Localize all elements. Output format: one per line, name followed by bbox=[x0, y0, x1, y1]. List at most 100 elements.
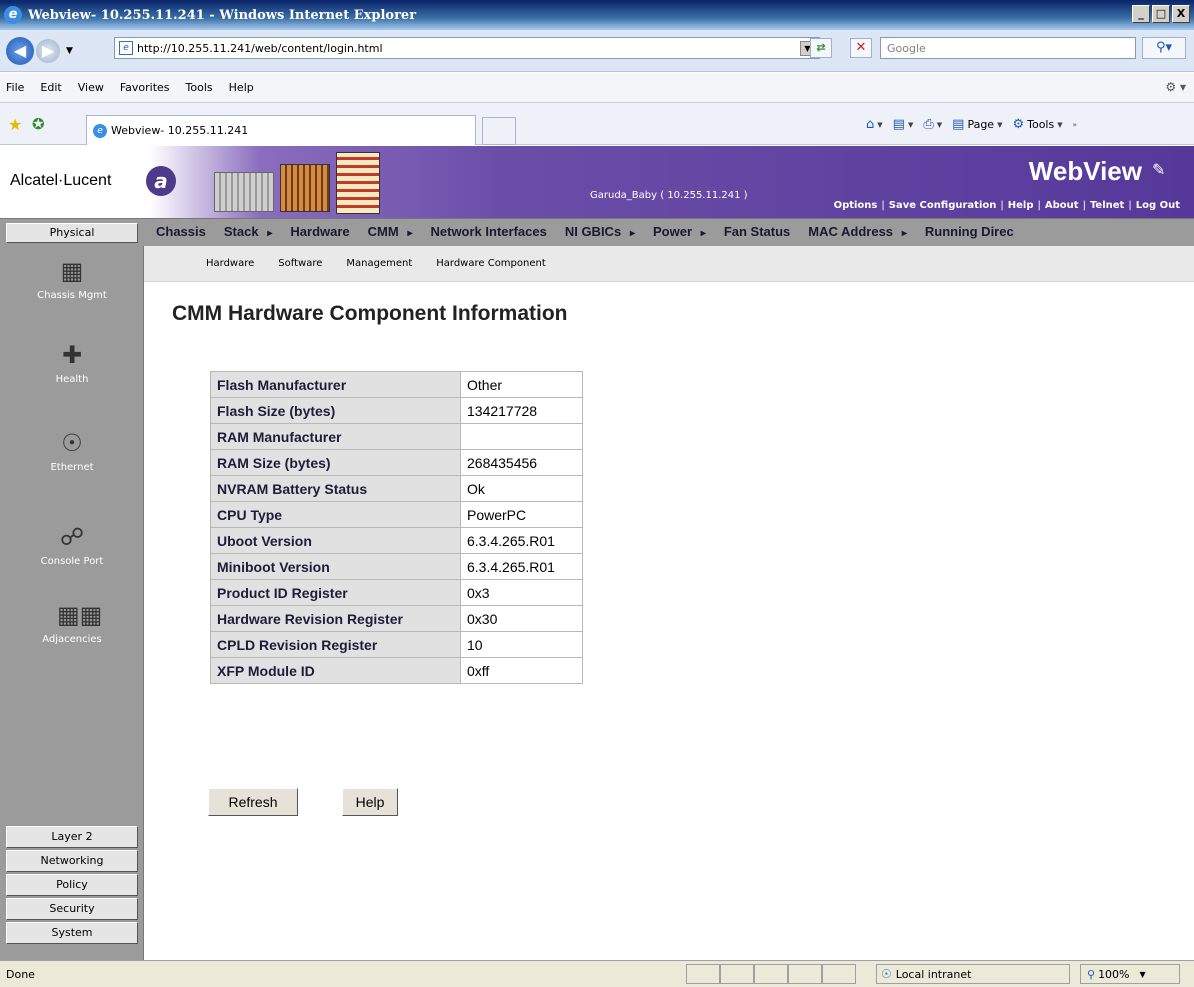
status-panel bbox=[822, 964, 856, 984]
webview-header: Alcatel·Lucent a Garuda_Baby ( 10.255.11… bbox=[0, 146, 1194, 218]
minimize-button[interactable]: _ bbox=[1132, 5, 1150, 23]
url-input[interactable]: e http://10.255.11.241/web/content/login… bbox=[114, 37, 820, 59]
page-title: CMM Hardware Component Information bbox=[172, 302, 568, 325]
nav-network-interfaces[interactable]: Network Interfaces bbox=[431, 224, 547, 239]
menu-view[interactable]: View bbox=[78, 81, 104, 94]
new-tab-button[interactable] bbox=[482, 117, 516, 145]
history-dropdown[interactable]: ▼ bbox=[66, 46, 73, 56]
row-label: RAM Size (bytes) bbox=[210, 449, 461, 476]
row-label: Miniboot Version bbox=[210, 553, 461, 580]
browser-tab[interactable]: e Webview- 10.255.11.241 bbox=[86, 115, 476, 145]
row-label: Flash Manufacturer bbox=[210, 371, 461, 398]
page-menu-icon: ▤ bbox=[952, 117, 965, 132]
sidebar-item-adjacencies[interactable]: ▦▦ Adjacencies bbox=[0, 600, 144, 645]
sidebar-category-networking[interactable]: Networking bbox=[6, 850, 138, 872]
menu-file[interactable]: File bbox=[6, 81, 24, 94]
sidebar-item-label: Ethernet bbox=[50, 462, 94, 473]
submenu-hardware[interactable]: Hardware bbox=[206, 258, 254, 269]
home-icon: ⌂ bbox=[866, 117, 875, 132]
row-label: Product ID Register bbox=[210, 579, 461, 606]
logout-link[interactable]: Log Out bbox=[1136, 200, 1180, 211]
search-icon[interactable]: ⚲▾ bbox=[1142, 37, 1186, 59]
sidebar-category-system[interactable]: System bbox=[6, 922, 138, 944]
tools-menu-button[interactable]: ⚙ Tools ▼ bbox=[1012, 117, 1062, 132]
row-value: 6.3.4.265.R01 bbox=[460, 553, 583, 580]
app-title: WebView bbox=[1028, 156, 1142, 186]
sidebar-item-health[interactable]: ✚ Health bbox=[0, 340, 144, 385]
table-row: CPLD Revision Register 10 bbox=[210, 631, 583, 658]
switch-module-image bbox=[280, 164, 330, 212]
stop-button[interactable]: ✕ bbox=[850, 38, 872, 58]
sidebar-item-ethernet[interactable]: ☉ Ethernet bbox=[0, 428, 144, 473]
nav-mac-address[interactable]: MAC Address bbox=[808, 224, 907, 239]
table-row: Hardware Revision Register 0x30 bbox=[210, 605, 583, 632]
close-button[interactable]: X bbox=[1172, 5, 1190, 23]
maximize-button[interactable]: □ bbox=[1152, 5, 1170, 23]
more-chevron[interactable]: » bbox=[1073, 121, 1077, 129]
zoom-dropdown-icon[interactable]: ▼ bbox=[1140, 970, 1146, 979]
url-text: http://10.255.11.241/web/content/login.h… bbox=[137, 41, 383, 55]
sidebar-category-security[interactable]: Security bbox=[6, 898, 138, 920]
status-bar: Done ☉ Local intranet ⚲ 100% ▼ bbox=[0, 960, 1194, 987]
forward-button[interactable]: ▶ bbox=[36, 38, 60, 63]
zoom-level: 100% bbox=[1098, 967, 1130, 981]
nav-running-directory[interactable]: Running Direc bbox=[925, 224, 1014, 239]
sidebar-item-label: Console Port bbox=[40, 556, 104, 567]
window-title-bar: e Webview- 10.255.11.241 - Windows Inter… bbox=[0, 0, 1194, 30]
row-value: 0xff bbox=[460, 657, 583, 684]
search-input[interactable]: Google bbox=[880, 37, 1136, 59]
submenu-software[interactable]: Software bbox=[278, 258, 322, 269]
about-link[interactable]: About bbox=[1045, 200, 1079, 211]
favorites-star-icon[interactable]: ★ bbox=[8, 115, 22, 134]
menu-favorites[interactable]: Favorites bbox=[120, 81, 170, 94]
zone-label: Local intranet bbox=[895, 967, 972, 981]
nav-fan-status[interactable]: Fan Status bbox=[724, 224, 790, 239]
menu-edit[interactable]: Edit bbox=[40, 81, 61, 94]
nav-hardware[interactable]: Hardware bbox=[290, 224, 349, 239]
physical-category-button[interactable]: Physical bbox=[6, 223, 138, 243]
nav-chassis[interactable]: Chassis bbox=[156, 224, 206, 239]
sidebar-item-label: Adjacencies bbox=[42, 634, 102, 645]
translate-icon[interactable]: ⚙ ▾ bbox=[1165, 80, 1186, 94]
menu-tools[interactable]: Tools bbox=[186, 81, 213, 94]
row-value: 268435456 bbox=[460, 449, 583, 476]
submenu-management[interactable]: Management bbox=[346, 258, 412, 269]
sidebar-category-policy[interactable]: Policy bbox=[6, 874, 138, 896]
host-label: Garuda_Baby ( 10.255.11.241 ) bbox=[590, 190, 748, 201]
home-button[interactable]: ⌂ ▼ bbox=[866, 117, 883, 132]
security-zone[interactable]: ☉ Local intranet bbox=[876, 964, 1070, 984]
refresh-button[interactable]: Refresh bbox=[208, 788, 298, 816]
back-button[interactable]: ◀ bbox=[6, 36, 34, 65]
feeds-button[interactable]: ▤ ▼ bbox=[893, 117, 914, 132]
table-row: RAM Size (bytes) 268435456 bbox=[210, 449, 583, 476]
status-text: Done bbox=[6, 968, 35, 981]
telnet-link[interactable]: Telnet bbox=[1090, 200, 1124, 211]
nav-stack[interactable]: Stack bbox=[224, 224, 273, 239]
submenu-hardware-component[interactable]: Hardware Component bbox=[436, 258, 546, 269]
row-label: CPU Type bbox=[210, 501, 461, 528]
row-value: PowerPC bbox=[460, 501, 583, 528]
menu-help[interactable]: Help bbox=[229, 81, 254, 94]
refresh-page-button[interactable]: ⇄ bbox=[810, 38, 832, 58]
help-link[interactable]: Help bbox=[1008, 200, 1034, 211]
save-configuration-link[interactable]: Save Configuration bbox=[889, 200, 997, 211]
print-button[interactable]: ⎙ ▼ bbox=[923, 117, 942, 132]
zoom-control[interactable]: ⚲ 100% ▼ bbox=[1080, 964, 1180, 984]
row-label: Flash Size (bytes) bbox=[210, 397, 461, 424]
nav-power[interactable]: Power bbox=[653, 224, 706, 239]
options-link[interactable]: Options bbox=[834, 200, 878, 211]
sidebar-category-layer2[interactable]: Layer 2 bbox=[6, 826, 138, 848]
add-favorite-icon[interactable]: ✪ bbox=[32, 115, 45, 133]
help-button[interactable]: Help bbox=[342, 788, 398, 816]
page-menu-button[interactable]: ▤ Page ▼ bbox=[952, 117, 1002, 132]
nav-ni-gbics[interactable]: NI GBICs bbox=[565, 224, 635, 239]
sidebar-item-chassis-mgmt[interactable]: ▦ Chassis Mgmt bbox=[0, 256, 144, 301]
table-row: Uboot Version 6.3.4.265.R01 bbox=[210, 527, 583, 554]
sidebar-item-console-port[interactable]: ☍ Console Port bbox=[0, 522, 144, 567]
status-panel bbox=[720, 964, 754, 984]
switch-chassis-image bbox=[214, 172, 274, 212]
sidebar-item-label: Health bbox=[55, 374, 89, 385]
nav-cmm[interactable]: CMM bbox=[368, 224, 413, 239]
tab-label: Webview- 10.255.11.241 bbox=[111, 124, 249, 137]
row-value: 134217728 bbox=[460, 397, 583, 424]
